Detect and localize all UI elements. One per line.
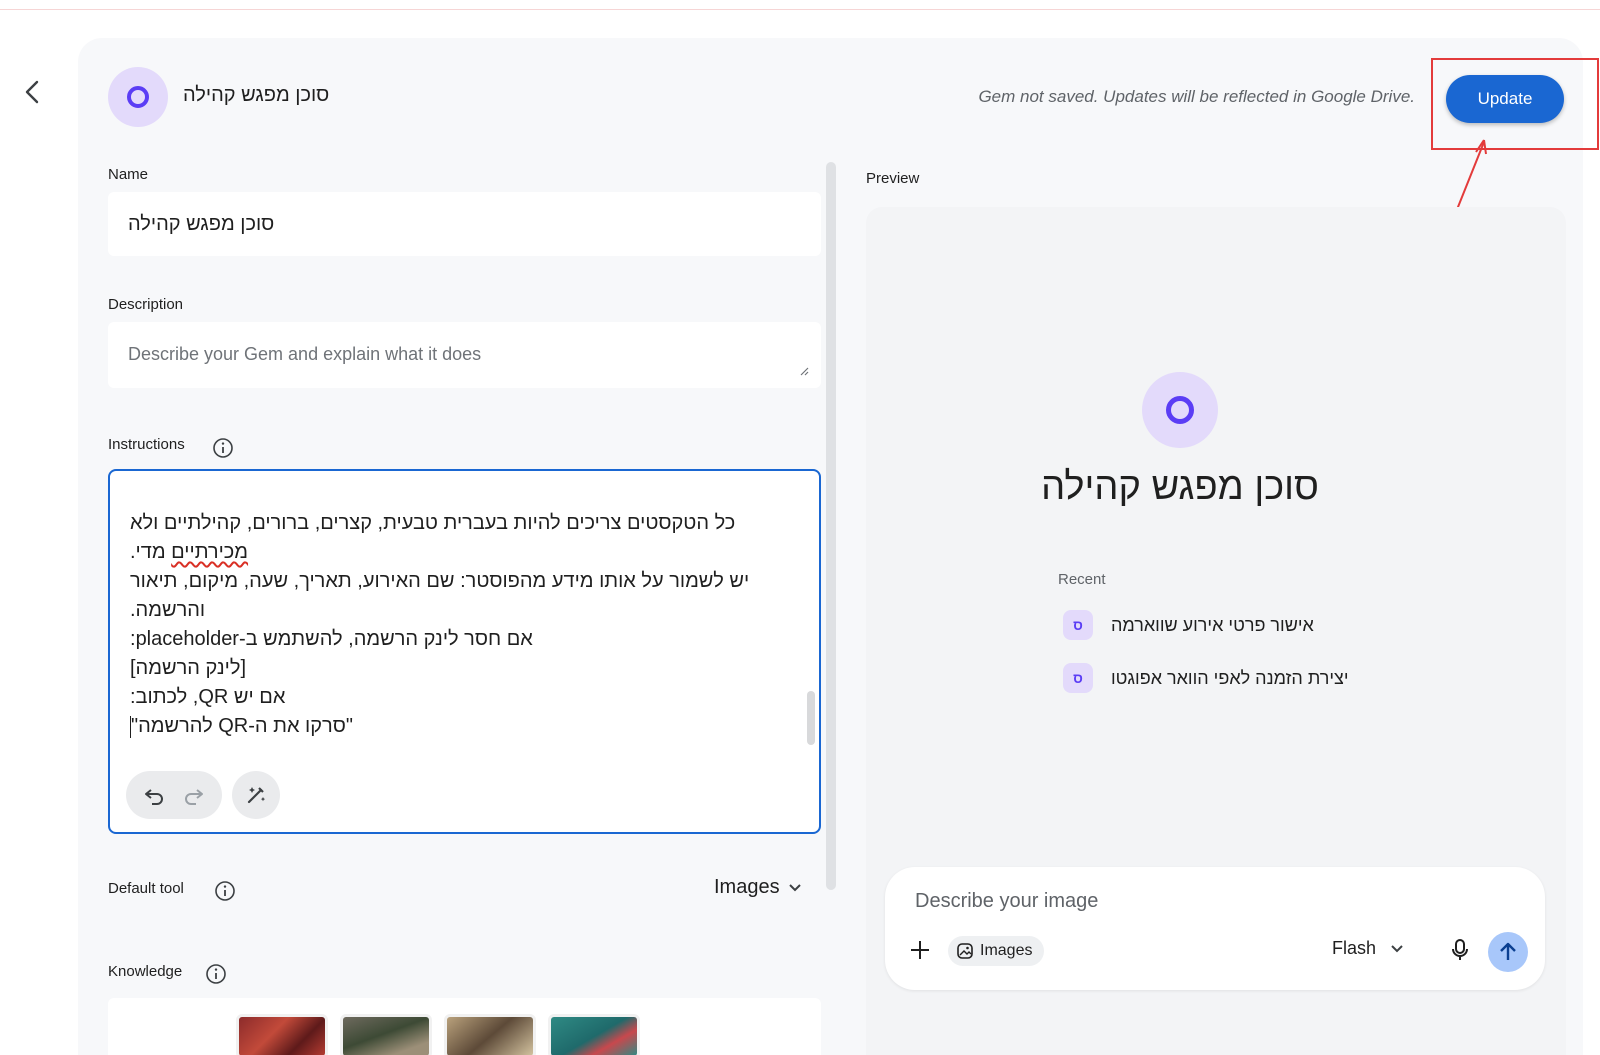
knowledge-thumbnail[interactable] [236,1014,328,1055]
instruction-line: יש לשמור על אותו מידע מהפוסטר: שם האירוע… [130,570,750,592]
send-button[interactable] [1488,932,1528,972]
magic-wand-icon [247,787,266,804]
undo-button[interactable] [141,782,167,808]
instructions-content: כל הטקסטים צריכים להיות בעברית טבעית, קצ… [130,509,790,741]
instruction-line: מכירתיים מדי. [130,541,249,563]
recent-badge: ס [1063,663,1093,693]
instructions-label: Instructions [108,436,185,453]
add-attachment-button[interactable] [905,935,935,965]
instructions-scrollbar[interactable] [807,691,815,745]
info-icon[interactable] [205,963,227,985]
spellcheck-word[interactable]: מכירתיים [171,541,248,563]
info-icon[interactable] [212,437,234,459]
preview-label: Preview [866,170,920,187]
gem-avatar [108,67,168,127]
gem-ring-icon [1166,396,1194,424]
recent-chat-title: אישור פרטי אירוע שווארמה [1111,614,1314,635]
description-placeholder: Describe your Gem and explain what it do… [128,344,482,364]
default-tool-label: Default tool [108,880,184,897]
redo-button[interactable] [181,782,207,808]
name-label: Name [108,166,149,183]
microphone-button[interactable] [1445,935,1475,965]
plus-icon [911,941,929,959]
name-input[interactable] [108,192,821,256]
recent-chat-title: יצירת הזמנה לאפי הוואר אפוגטו [1111,667,1349,688]
default-tool-value: Images [714,876,780,898]
knowledge-thumbnail[interactable] [340,1014,432,1055]
model-label: Flash [1332,938,1377,958]
undo-redo-group [126,771,222,819]
instruction-line: אם יש QR, לכתוב: [130,686,286,708]
save-status-note: Gem not saved. Updates will be reflected… [978,87,1415,106]
preview-gem-title: סוכן מפגש קהילה [1041,466,1319,508]
undo-icon [145,789,163,805]
instruction-line: אם חסר לינק הרשמה, להשתמש ב-placeholder: [130,628,533,650]
knowledge-thumbnail[interactable] [548,1014,640,1055]
knowledge-thumbnail[interactable] [444,1014,536,1055]
chevron-left-icon [25,80,39,104]
magic-rewrite-button[interactable] [232,771,280,819]
form-scrollbar[interactable] [826,162,836,890]
chat-input-box[interactable]: Describe your image Images Flash [885,867,1545,990]
instructions-textarea[interactable]: כל הטקסטים צריכים להיות בעברית טבעית, קצ… [108,469,821,834]
images-chip-label: Images [980,942,1033,959]
instruction-line: [לינק הרשמה] [130,657,247,679]
preview-gem-avatar [1142,372,1218,448]
redo-icon [185,789,203,805]
default-tool-select[interactable]: Images [714,876,802,899]
back-button[interactable] [14,74,50,110]
model-select[interactable]: Flash [1332,938,1404,959]
description-label: Description [108,296,184,313]
chat-placeholder: Describe your image [915,890,1099,912]
gem-header-title: סוכן מפגש קהילה [183,84,330,106]
instructions-toolbar [126,771,280,819]
mic-icon [1452,939,1468,960]
knowledge-files [108,998,821,1055]
instruction-line: "סרקו את ה-QR להרשמה" [130,712,790,741]
instruction-line-text: "סרקו את ה-QR להרשמה" [131,715,353,737]
instruction-line: והרשמה. [130,599,206,621]
description-input[interactable]: Describe your Gem and explain what it do… [108,322,821,388]
arrow-up-icon [1500,942,1516,960]
knowledge-label: Knowledge [108,963,183,980]
recent-badge: ס [1063,610,1093,640]
recent-chat-item[interactable]: ס אישור פרטי אירוע שווארמה [1063,609,1314,641]
resize-grip-icon[interactable] [799,366,809,376]
recent-label: Recent [1058,571,1106,588]
chevron-down-icon [1391,944,1403,952]
chevron-down-icon [788,883,801,891]
image-icon [957,943,973,959]
instruction-line: כל הטקסטים צריכים להיות בעברית טבעית, קצ… [130,512,736,534]
top-bar-edge [0,0,1600,10]
recent-chat-item[interactable]: ס יצירת הזמנה לאפי הוואר אפוגטו [1063,662,1349,694]
gem-ring-icon [127,86,149,108]
info-icon[interactable] [214,880,236,902]
images-tool-chip[interactable]: Images [948,936,1045,966]
